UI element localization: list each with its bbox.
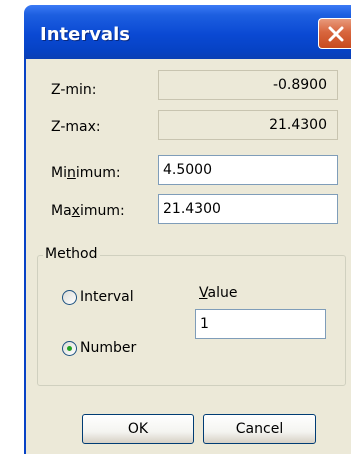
method-group-label: Method: [43, 246, 100, 262]
interval-radio[interactable]: [62, 290, 77, 305]
close-button[interactable]: [318, 18, 351, 49]
intervals-dialog: Intervals Z-min: -0.8900 Z-max: 21.4300 …: [0, 0, 351, 454]
interval-radio-label[interactable]: Interval: [80, 289, 134, 305]
minimum-input[interactable]: 4.5000: [158, 155, 338, 185]
number-radio-label[interactable]: Number: [80, 340, 136, 356]
radio-selected-dot: [67, 346, 72, 351]
zmin-label: Z-min:: [51, 82, 97, 98]
number-radio[interactable]: [62, 341, 77, 356]
zmax-label: Z-max:: [51, 119, 101, 135]
zmax-readout: 21.4300: [158, 110, 338, 140]
minimum-label: Minimum:: [51, 165, 121, 181]
window-title: Intervals: [40, 24, 130, 45]
value-label: Value: [199, 285, 238, 301]
title-bar[interactable]: Intervals: [24, 5, 351, 59]
value-input[interactable]: 1: [195, 309, 326, 339]
maximum-input[interactable]: 21.4300: [158, 194, 338, 224]
cancel-button[interactable]: Cancel: [203, 414, 316, 444]
ok-button[interactable]: OK: [82, 414, 194, 444]
maximum-label: Maximum:: [51, 203, 125, 219]
zmin-readout: -0.8900: [158, 70, 338, 100]
